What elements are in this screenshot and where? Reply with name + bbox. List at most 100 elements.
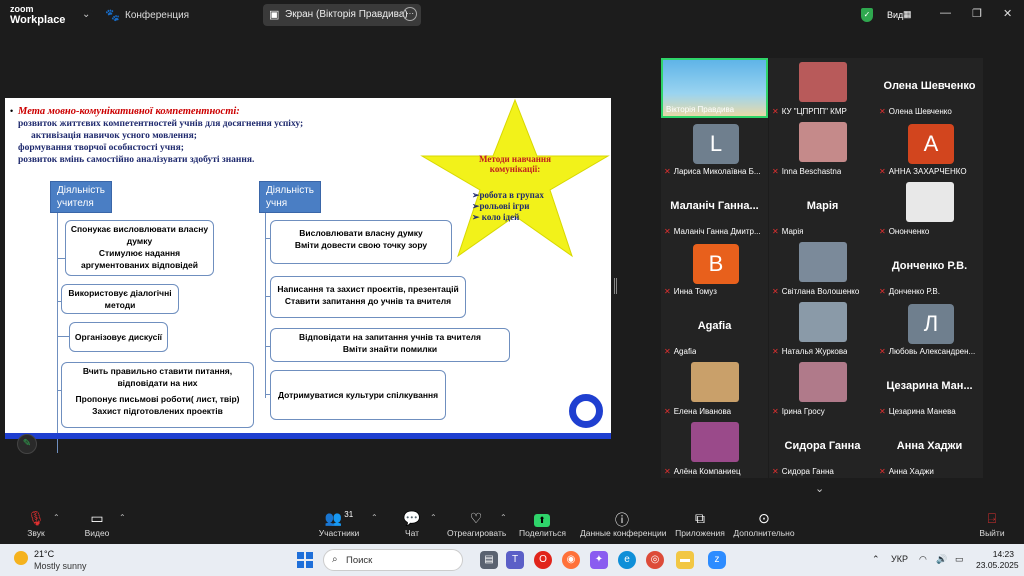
video-caret-icon[interactable]: ⌃ bbox=[119, 513, 126, 522]
file-explorer-icon[interactable]: ▬ bbox=[676, 551, 694, 569]
react-button[interactable]: ♡ Отреагировать bbox=[447, 510, 506, 538]
opera-icon[interactable]: O bbox=[534, 551, 552, 569]
participant-display-name: Марія bbox=[806, 200, 839, 212]
leave-icon: ⍈ bbox=[987, 510, 997, 526]
top-bar: zoom Workplace ⌄ 🐾 Конференция ▣ Экран (… bbox=[0, 0, 1024, 32]
participant-name-label: ✕ Ірина Гросу bbox=[772, 407, 825, 416]
participant-name: Инна Томуз bbox=[673, 287, 717, 296]
taskbar-clock[interactable]: 14:23 23.05.2025 bbox=[976, 549, 1019, 571]
conference-label[interactable]: Конференция bbox=[125, 10, 189, 21]
audio-caret-icon[interactable]: ⌃ bbox=[53, 513, 60, 522]
participant-name-label: ✕ Донченко Р.В. bbox=[879, 287, 940, 296]
participant-tile[interactable]: ✕ КУ "ЦПРПП" КМР bbox=[769, 58, 876, 118]
chrome-icon[interactable]: ◎ bbox=[646, 551, 664, 569]
apps-button[interactable]: ⧉ Приложения bbox=[674, 510, 726, 538]
more-button[interactable]: ⊙ Дополнительно bbox=[733, 510, 795, 538]
participant-display-name: Сидора Ганна bbox=[784, 440, 861, 452]
react-caret-icon[interactable]: ⌃ bbox=[500, 513, 507, 522]
participant-name: Елена Иванова bbox=[673, 407, 732, 416]
muted-mic-icon: ✕ bbox=[772, 467, 779, 476]
participant-tile[interactable]: ✕ Алёна Компаниец bbox=[661, 418, 768, 478]
share-label: Экран (Вікторія Правдива) bbox=[285, 9, 408, 20]
zoom-window: zoom Workplace ⌄ 🐾 Конференция ▣ Экран (… bbox=[0, 0, 1024, 544]
participant-tile[interactable]: L ✕ Лариса Миколаївна Б... bbox=[661, 118, 768, 178]
muted-mic-icon: ✕ bbox=[664, 347, 671, 356]
sun-icon[interactable] bbox=[14, 551, 28, 565]
volume-icon[interactable]: 🔊 bbox=[936, 554, 947, 565]
audio-button[interactable]: 🎙 Звук bbox=[24, 510, 48, 538]
video-button[interactable]: ▭ Видео bbox=[84, 510, 110, 538]
firefox-icon[interactable]: ◉ bbox=[562, 551, 580, 569]
participant-tile[interactable]: Донченко Р.В. ✕ Донченко Р.В. bbox=[876, 238, 983, 298]
battery-icon[interactable]: ▭ bbox=[955, 554, 964, 565]
zoom-app-icon[interactable]: z bbox=[708, 551, 726, 569]
close-icon[interactable]: ✕ bbox=[1003, 7, 1012, 20]
restore-icon[interactable]: ❐ bbox=[972, 7, 982, 20]
keyboard-lang[interactable]: УКР bbox=[891, 554, 908, 564]
shield-icon[interactable]: ✓ bbox=[861, 8, 873, 22]
participant-tile[interactable]: Анна Хаджи ✕ Анна Хаджи bbox=[876, 418, 983, 478]
chevron-down-icon[interactable]: ⌄ bbox=[815, 482, 824, 495]
copilot-icon[interactable]: ✦ bbox=[590, 551, 608, 569]
weather-desc[interactable]: Mostly sunny bbox=[34, 561, 87, 571]
participant-avatar: A bbox=[908, 124, 954, 164]
participant-name-label: ✕ Елена Иванова bbox=[664, 407, 731, 416]
participant-tile[interactable]: Сидора Ганна ✕ Сидора Ганна bbox=[769, 418, 876, 478]
participant-tile[interactable]: ✕ Світлана Волошенко bbox=[769, 238, 876, 298]
participant-tile[interactable]: A ✕ АННА ЗАХАРЧЕНКО bbox=[876, 118, 983, 178]
participant-tile[interactable]: Марія ✕ Марія bbox=[769, 178, 876, 238]
splitter-handle[interactable] bbox=[614, 278, 617, 294]
chevron-down-icon[interactable]: ⌄ bbox=[82, 9, 90, 20]
heart-icon: ♡ bbox=[469, 510, 483, 526]
muted-mic-icon: ✕ bbox=[879, 407, 886, 416]
teams-icon[interactable]: T bbox=[506, 551, 524, 569]
chat-caret-icon[interactable]: ⌃ bbox=[430, 513, 437, 522]
participants-button[interactable]: 👥 31 Участники bbox=[318, 510, 360, 538]
muted-mic-icon: ✕ bbox=[879, 287, 886, 296]
screen-share-indicator[interactable]: ▣ Экран (Вікторія Правдива) ··· bbox=[263, 4, 421, 26]
weather-temp[interactable]: 21°C bbox=[34, 549, 54, 559]
participant-tile[interactable]: B ✕ Инна Томуз bbox=[661, 238, 768, 298]
participants-icon: 👥 31 bbox=[324, 510, 354, 526]
slide-line: активізація навичок усного мовлення; bbox=[31, 131, 197, 141]
participant-name: Наталья Журкова bbox=[781, 347, 848, 356]
edge-icon[interactable]: e bbox=[618, 551, 636, 569]
share-button[interactable]: ⬆ Поделиться bbox=[519, 510, 566, 538]
more-options-icon[interactable]: ··· bbox=[403, 7, 417, 21]
leave-button[interactable]: ⍈ Выйти bbox=[979, 510, 1005, 538]
participant-display-name: Донченко Р.В. bbox=[891, 260, 968, 272]
participant-tile[interactable]: Олена Шевченко ✕ Олена Шевченко bbox=[876, 58, 983, 118]
task-view-icon[interactable]: ▤ bbox=[480, 551, 498, 569]
view-grid-icon[interactable]: ▦ bbox=[903, 9, 912, 20]
participant-tile[interactable]: ✕ Ірина Гросу bbox=[769, 358, 876, 418]
annotate-pencil-icon[interactable]: ✎ bbox=[17, 434, 37, 454]
muted-mic-icon: ✕ bbox=[772, 347, 779, 356]
participant-tile[interactable]: ✕ Ононченко bbox=[876, 178, 983, 238]
participant-tile[interactable]: Л ✕ Любовь Александрен... bbox=[876, 298, 983, 358]
muted-mic-icon: ✕ bbox=[772, 287, 779, 296]
tray-chevron-icon[interactable]: ⌃ bbox=[872, 554, 880, 565]
participant-tile[interactable]: Agafia ✕ Agafia bbox=[661, 298, 768, 358]
participant-tile[interactable]: ✕ Inna Beschastna bbox=[769, 118, 876, 178]
minimize-icon[interactable]: — bbox=[940, 7, 951, 19]
participant-name: Алёна Компаниец bbox=[673, 467, 741, 476]
participant-tile[interactable]: Маланіч Ганна... ✕ Маланіч Ганна Дмитр... bbox=[661, 178, 768, 238]
meeting-info-button[interactable]: ⓘ Данные конференции bbox=[580, 510, 667, 538]
participant-tile[interactable]: Вікторія Правдива bbox=[661, 58, 768, 118]
participants-caret-icon[interactable]: ⌃ bbox=[371, 513, 378, 522]
view-label[interactable]: Вид bbox=[887, 10, 903, 20]
zoom-logo: zoom Workplace bbox=[10, 4, 66, 26]
participant-name-label: ✕ Маланіч Ганна Дмитр... bbox=[664, 227, 761, 236]
windows-start-icon[interactable] bbox=[297, 552, 313, 568]
participant-tile[interactable]: ✕ Елена Иванова bbox=[661, 358, 768, 418]
video-camera-icon: ▭ bbox=[90, 510, 104, 526]
chat-button[interactable]: 💬 Чат bbox=[402, 510, 422, 538]
student-box: Висловлювати власну думку Вміти довести … bbox=[270, 220, 452, 264]
wifi-icon[interactable]: ◠ bbox=[919, 554, 927, 565]
paw-icon[interactable]: 🐾 bbox=[105, 8, 120, 22]
taskbar-search[interactable]: ⌕ Поиск bbox=[323, 549, 463, 571]
participant-tile[interactable]: Цезарина Ман... ✕ Цезарина Манева bbox=[876, 358, 983, 418]
star-item: ➢ коло ідей bbox=[472, 212, 520, 222]
muted-mic-icon: ✕ bbox=[664, 287, 671, 296]
participant-tile[interactable]: ✕ Наталья Журкова bbox=[769, 298, 876, 358]
